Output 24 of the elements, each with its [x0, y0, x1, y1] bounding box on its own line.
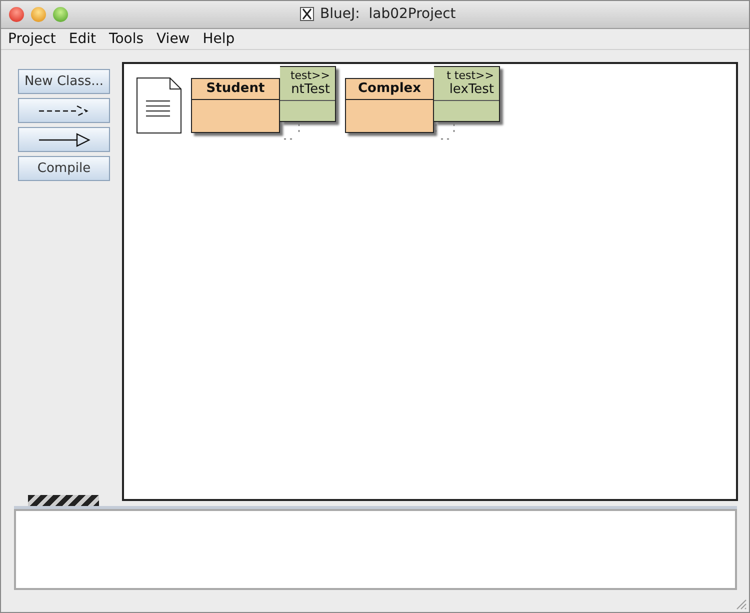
menu-item[interactable]: Help	[202, 31, 235, 47]
hollow-arrow-icon	[37, 132, 91, 146]
menu-item[interactable]: Edit	[68, 31, 96, 47]
toolbar-button[interactable]: Compile	[18, 156, 110, 181]
menu-item[interactable]: Project	[8, 31, 56, 47]
menu-item[interactable]: View	[156, 31, 190, 47]
class-box[interactable]: Student	[191, 78, 280, 133]
readme-document-icon	[136, 77, 182, 134]
zoom-button[interactable]	[53, 7, 68, 22]
unit-test-class[interactable]: t test>> lexTest	[434, 66, 500, 122]
resize-grip-icon[interactable]	[735, 598, 747, 610]
toolbar-button[interactable]: New Class...	[18, 69, 110, 94]
x-logo-icon	[300, 7, 314, 21]
close-button[interactable]	[9, 7, 24, 22]
minimize-button[interactable]	[31, 7, 46, 22]
unit-test-class[interactable]: test>> ntTest	[280, 66, 336, 122]
dependency-line	[435, 124, 455, 140]
menu-item[interactable]: Tools	[109, 31, 144, 47]
class-box[interactable]: Complex	[345, 78, 434, 133]
dashed-arrow-icon	[37, 104, 91, 116]
progress-indicator	[28, 495, 99, 507]
inheritance-arrow-button[interactable]	[18, 127, 110, 152]
dependency-line	[284, 124, 300, 140]
window-title: BlueJ: lab02Project	[320, 6, 456, 22]
